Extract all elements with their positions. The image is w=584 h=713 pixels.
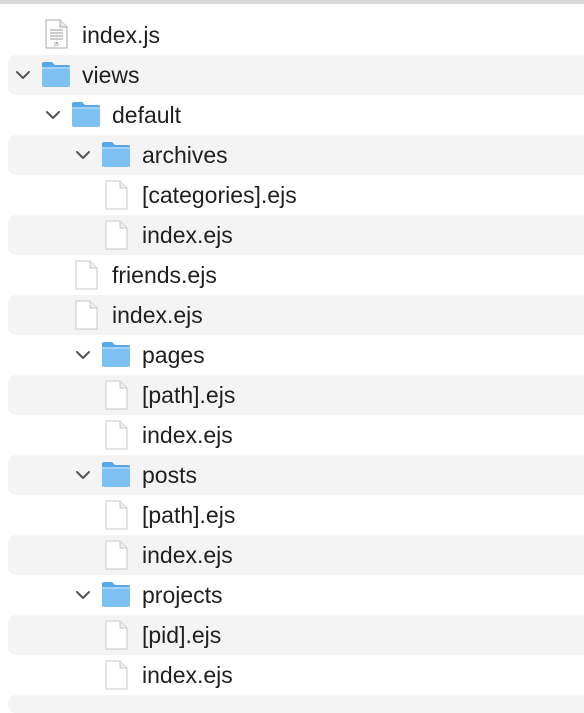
item-name-label: projects [142,582,223,608]
svg-text:JS: JS [53,42,58,48]
folder-icon [40,59,72,89]
file-icon [102,179,130,211]
file-icon [102,499,130,531]
item-name-label: default [112,102,182,128]
window-top-divider [0,0,584,4]
js-file-icon: JS [42,18,70,50]
item-name-label: views [82,62,140,88]
file-row-pid-ejs[interactable]: [pid].ejs [8,615,584,655]
item-name-label: index.ejs [142,542,233,568]
folder-row-pages[interactable]: pages [8,335,584,375]
file-row-path-ejs[interactable]: [path].ejs [8,375,584,415]
file-row-categories-ejs[interactable]: [categories].ejs [8,175,584,215]
file-row-index-ejs[interactable]: index.ejs [8,415,584,455]
item-name-label: posts [142,462,197,488]
item-name-label: archives [142,142,228,168]
chevron-down-icon[interactable] [44,106,62,124]
chevron-down-icon[interactable] [74,146,92,164]
chevron-down-icon[interactable] [74,466,92,484]
file-icon [102,379,130,411]
chevron-down-icon[interactable] [14,66,32,84]
file-row-index-ejs[interactable]: index.ejs [8,535,584,575]
folder-icon [100,139,132,169]
folder-icon [100,579,132,609]
item-name-label: index.ejs [142,222,233,248]
folder-icon [70,99,102,129]
file-icon [102,659,130,691]
folder-row-projects[interactable]: projects [8,575,584,615]
file-icon [102,219,130,251]
file-row-friends-ejs[interactable]: friends.ejs [8,255,584,295]
file-row-index-ejs[interactable]: index.ejs [8,655,584,695]
item-name-label: [path].ejs [142,502,236,528]
folder-icon [100,339,132,369]
item-name-label: index.ejs [112,302,203,328]
file-icon [72,259,100,291]
chevron-down-icon[interactable] [74,586,92,604]
folder-row-default[interactable]: default [8,95,584,135]
folder-row-posts[interactable]: posts [8,455,584,495]
file-row-path-ejs[interactable]: [path].ejs [8,495,584,535]
file-icon [102,619,130,651]
item-name-label: friends.ejs [112,262,217,288]
file-icon [72,299,100,331]
item-name-label: pages [142,342,205,368]
chevron-down-icon[interactable] [74,346,92,364]
folder-icon [100,459,132,489]
item-name-label: index.js [82,22,160,48]
file-row-index-ejs[interactable]: index.ejs [8,295,584,335]
file-icon [102,419,130,451]
item-name-label: [path].ejs [142,382,236,408]
item-name-label: [pid].ejs [142,622,222,648]
folder-row-views[interactable]: views [8,55,584,95]
item-name-label: index.ejs [142,422,233,448]
file-tree: JS index.js views default archives [categorie… [8,15,584,713]
item-name-label: [categories].ejs [142,182,297,208]
file-row-index-ejs[interactable]: index.ejs [8,215,584,255]
folder-row-archives[interactable]: archives [8,135,584,175]
file-row-index-js[interactable]: JS index.js [8,15,584,55]
list-row-partial [8,695,584,713]
item-name-label: index.ejs [142,662,233,688]
file-icon [102,539,130,571]
